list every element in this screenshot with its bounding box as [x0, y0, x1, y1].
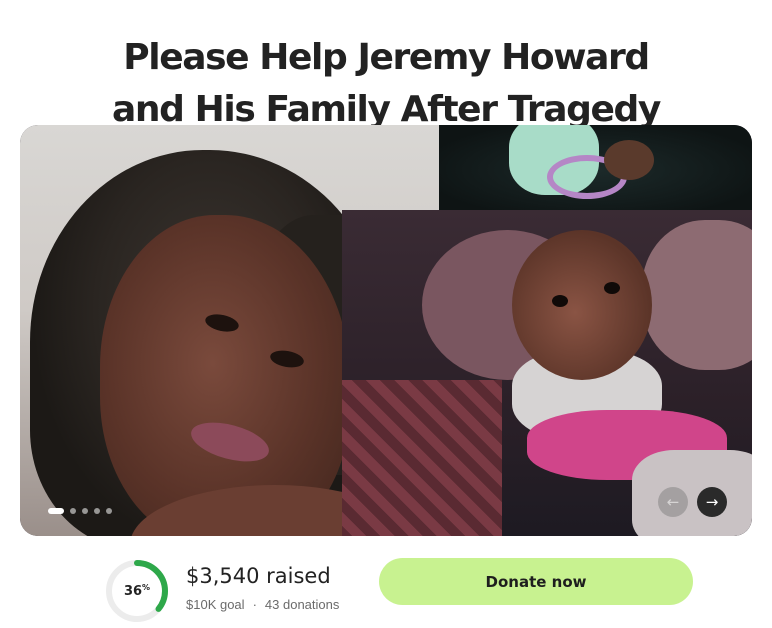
- carousel-next-button[interactable]: →: [697, 487, 727, 517]
- fundraising-meta: $10K goal · 43 donations: [186, 597, 339, 612]
- photo-gallery[interactable]: ← →: [20, 125, 752, 536]
- arrow-right-icon: →: [705, 492, 719, 511]
- page-title-line-1: Please Help Jeremy Howard: [123, 37, 650, 79]
- donate-now-button[interactable]: Donate now: [379, 558, 693, 605]
- progress-value: 36: [123, 583, 143, 599]
- meta-separator: ·: [252, 597, 257, 612]
- carousel-dot[interactable]: [82, 508, 88, 514]
- progress-percent: 36%: [104, 558, 170, 624]
- carousel-dot[interactable]: [48, 508, 64, 514]
- photo-baby: [342, 210, 752, 536]
- photo-child-arm: [439, 125, 752, 215]
- carousel-dot[interactable]: [106, 508, 112, 514]
- carousel-prev-button[interactable]: ←: [658, 487, 688, 517]
- carousel-dot[interactable]: [94, 508, 100, 514]
- page-title: Please Help Jeremy Howard and His Family…: [0, 32, 772, 136]
- progress-unit: %: [142, 582, 151, 592]
- donation-count: 43 donations: [264, 597, 340, 612]
- carousel-dot[interactable]: [70, 508, 76, 514]
- goal-amount: $10K goal: [186, 597, 245, 612]
- carousel-dots: [48, 507, 112, 515]
- amount-raised: $3,540 raised: [186, 564, 331, 588]
- arrow-left-icon: ←: [666, 492, 680, 511]
